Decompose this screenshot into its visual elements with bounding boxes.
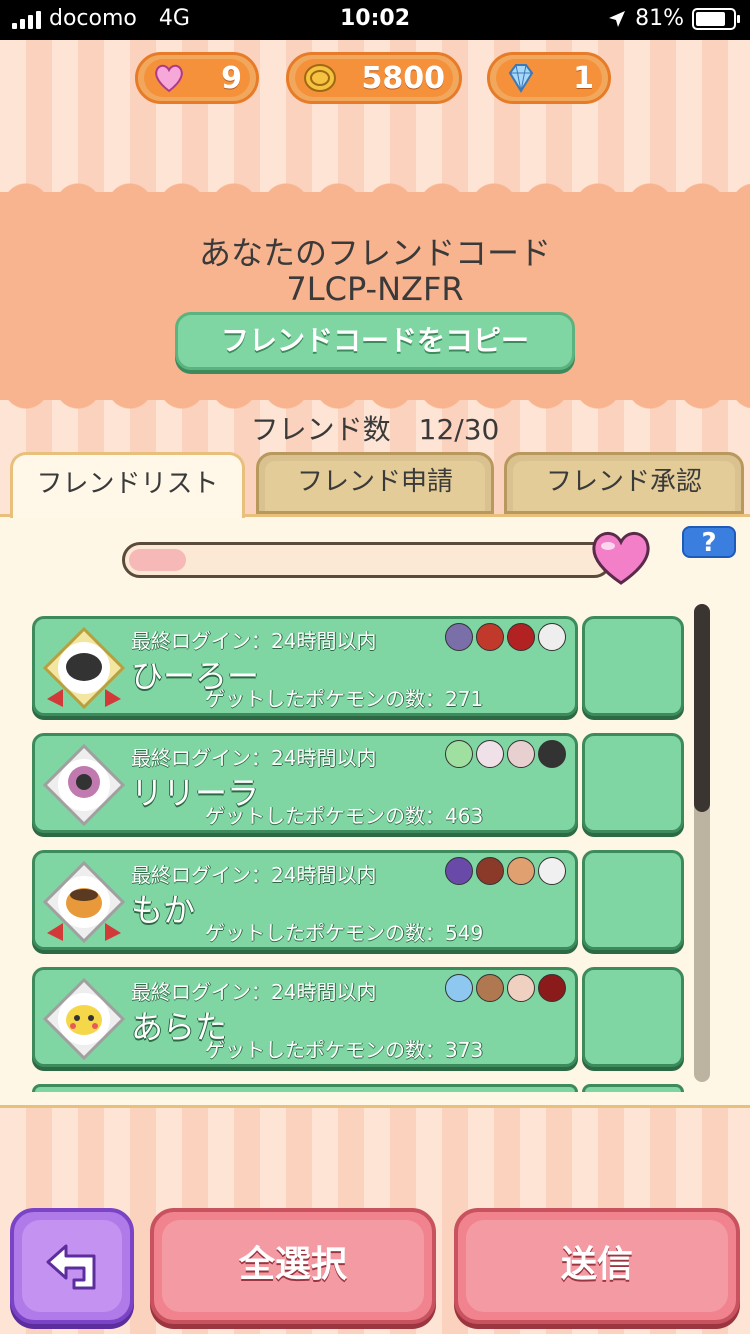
help-button[interactable]: ?: [682, 526, 736, 558]
pokemon-icon: [476, 857, 504, 885]
avatar: [42, 860, 126, 944]
pokemon-icon: [476, 740, 504, 768]
pokemon-count: ゲットしたポケモンの数：271: [205, 687, 484, 711]
pokemon-icons: [445, 623, 566, 651]
coins-value: 5800: [361, 61, 446, 96]
copy-friend-code-button[interactable]: フレンドコードをコピー: [175, 312, 575, 370]
friend-select-box[interactable]: [582, 967, 684, 1067]
hearts-counter: 9: [135, 52, 259, 104]
pokemon-icon: [476, 974, 504, 1002]
list-item-partial: [32, 1084, 578, 1092]
pokemon-count: ゲットしたポケモンの数：549: [205, 921, 484, 945]
list-item[interactable]: 最終ログイン：24時間以内 リリーラ ゲットしたポケモンの数：463: [32, 733, 684, 833]
friend-card[interactable]: 最終ログイン：24時間以内 もか ゲットしたポケモンの数：549: [32, 850, 578, 950]
heart-icon: [592, 532, 650, 585]
friend-count: フレンド数 12/30: [250, 413, 500, 446]
pokemon-count: ゲットしたポケモンの数：463: [205, 804, 484, 828]
back-arrow-icon: [46, 1244, 96, 1290]
last-login: 最終ログイン：24時間以内: [131, 980, 377, 1004]
tab-friend-approvals[interactable]: フレンド承認: [504, 452, 744, 514]
scrollbar-thumb[interactable]: [694, 604, 710, 812]
friend-code-value: 7LCP-NZFR: [286, 270, 464, 308]
send-button[interactable]: 送信: [454, 1208, 740, 1324]
select-all-label: 全選択: [238, 1244, 347, 1285]
battery-percent: 81%: [635, 6, 684, 31]
last-login: 最終ログイン：24時間以内: [131, 629, 377, 653]
select-all-button[interactable]: 全選択: [150, 1208, 436, 1324]
last-login: 最終ログイン：24時間以内: [131, 863, 377, 887]
pokemon-icon: [507, 974, 535, 1002]
list-item[interactable]: 最終ログイン：24時間以内 もか ゲットしたポケモンの数：549: [32, 850, 684, 950]
pokemon-icon: [507, 623, 535, 651]
back-button[interactable]: [10, 1208, 134, 1324]
pokemon-icon: [476, 623, 504, 651]
friend-card[interactable]: 最終ログイン：24時間以内 あらた ゲットしたポケモンの数：373: [32, 967, 578, 1067]
pokemon-icons: [445, 740, 566, 768]
pokemon-icon: [445, 623, 473, 651]
pokemon-icon: [507, 740, 535, 768]
pokemon-icons: [445, 974, 566, 1002]
friend-code-title: あなたのフレンドコード: [198, 234, 551, 272]
heart-gauge-fill: [129, 549, 186, 571]
list-item[interactable]: 最終ログイン：24時間以内 あらた ゲットしたポケモンの数：373: [32, 967, 684, 1067]
avatar: [42, 977, 126, 1061]
pokemon-icon: [538, 974, 566, 1002]
avatar: [42, 626, 126, 710]
coins-counter: 5800: [286, 52, 462, 104]
friend-card[interactable]: 最終ログイン：24時間以内 リリーラ ゲットしたポケモンの数：463: [32, 733, 578, 833]
gems-counter: 1: [487, 52, 611, 104]
list-item-partial: [582, 1084, 684, 1092]
friend-select-box[interactable]: [582, 733, 684, 833]
friend-select-box[interactable]: [582, 850, 684, 950]
heart-gauge: [122, 542, 612, 578]
status-bar: docomo 4G 10:02 81%: [0, 0, 750, 40]
last-login: 最終ログイン：24時間以内: [131, 746, 377, 770]
pokemon-icon: [538, 623, 566, 651]
pokemon-icon: [445, 857, 473, 885]
tab-friend-requests-label: フレンド申請: [296, 467, 453, 497]
pokemon-icon: [538, 857, 566, 885]
tab-friend-requests[interactable]: フレンド申請: [256, 452, 494, 514]
battery-icon: [692, 7, 740, 30]
heart-icon: [155, 64, 183, 93]
send-label: 送信: [560, 1244, 633, 1285]
pokemon-icon: [538, 740, 566, 768]
location-arrow-icon: [609, 10, 626, 27]
tab-friend-list[interactable]: フレンドリスト: [10, 452, 245, 518]
tab-friend-approvals-label: フレンド承認: [545, 467, 702, 497]
avatar: [42, 743, 126, 827]
pokemon-icon: [445, 740, 473, 768]
friend-name: もか: [131, 891, 196, 929]
gems-value: 1: [573, 61, 594, 96]
coin-icon: [304, 64, 336, 92]
pokemon-icon: [445, 974, 473, 1002]
list-item[interactable]: 最終ログイン：24時間以内 ひーろー ゲットしたポケモンの数：271: [32, 616, 684, 716]
pokemon-icon: [507, 857, 535, 885]
hearts-value: 9: [221, 61, 242, 96]
friend-select-box[interactable]: [582, 616, 684, 716]
status-right: 81%: [607, 6, 740, 31]
pokemon-icons: [445, 857, 566, 885]
gem-icon: [508, 64, 534, 93]
pokemon-count: ゲットしたポケモンの数：373: [205, 1038, 484, 1062]
friend-card[interactable]: 最終ログイン：24時間以内 ひーろー ゲットしたポケモンの数：271: [32, 616, 578, 716]
